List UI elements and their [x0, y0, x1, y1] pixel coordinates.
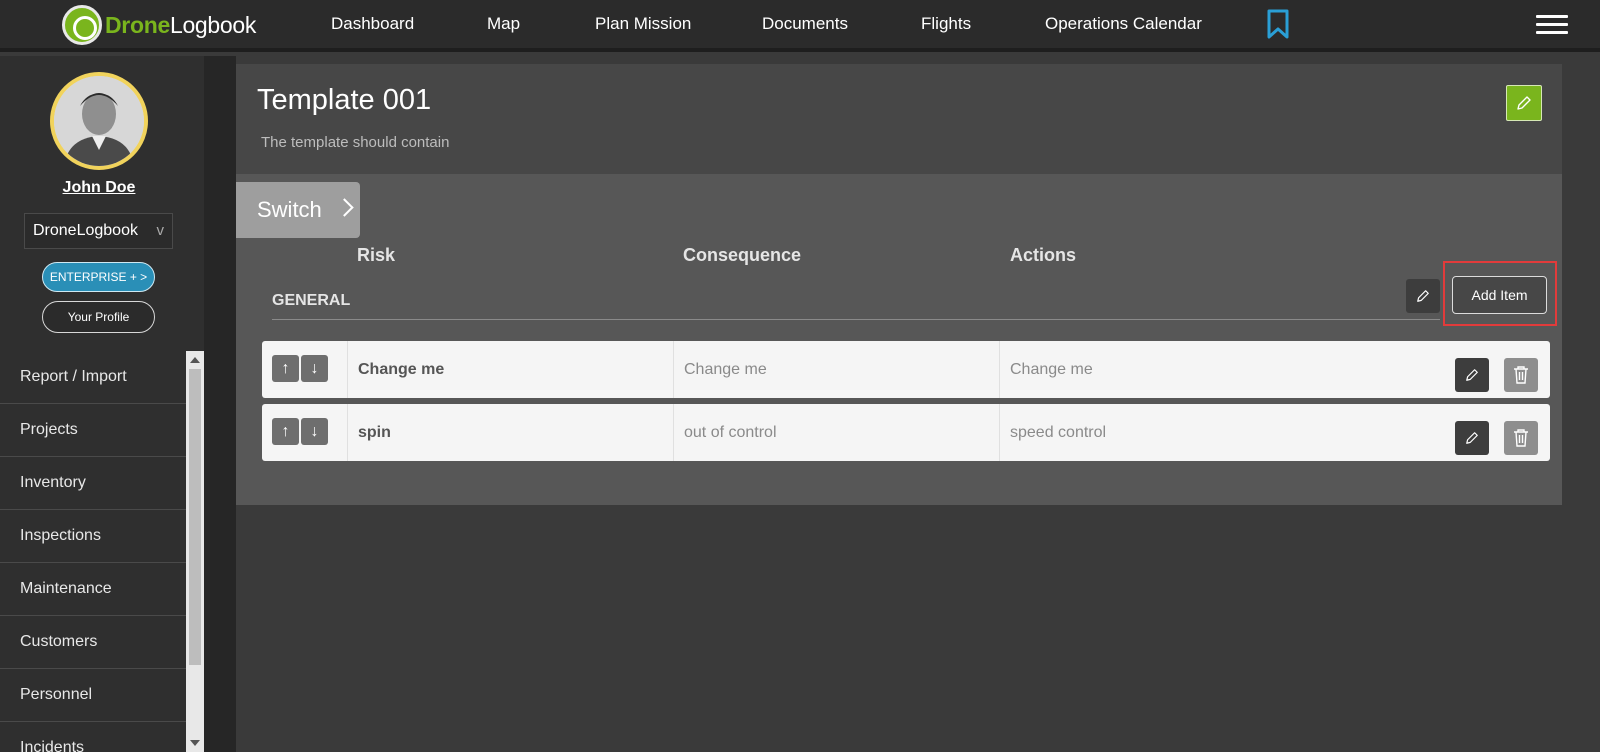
section-title: GENERAL: [272, 292, 351, 309]
nav-operations-calendar[interactable]: Operations Calendar: [1045, 0, 1202, 48]
template-header: Template 001 The template should contain: [236, 64, 1562, 174]
arrow-down-icon: ↓: [310, 422, 319, 440]
logo-text: DroneLogbook: [105, 11, 257, 38]
reorder-controls: ↑ ↓: [272, 355, 328, 382]
hamburger-menu-icon[interactable]: [1536, 15, 1568, 35]
scroll-up-icon[interactable]: [190, 357, 200, 363]
user-photo: [54, 76, 144, 166]
move-up-button[interactable]: ↑: [272, 418, 299, 445]
sidebar-item-incidents[interactable]: Incidents: [0, 722, 186, 752]
delete-row-button[interactable]: [1504, 421, 1538, 455]
nav-plan-mission[interactable]: Plan Mission: [595, 0, 691, 48]
nav-dashboard[interactable]: Dashboard: [331, 0, 414, 48]
chevron-right-icon: [335, 198, 354, 217]
edit-template-button[interactable]: [1506, 85, 1542, 121]
actions-cell[interactable]: speed control: [999, 404, 1439, 461]
template-body: Switch Risk Consequence Actions GENERAL …: [236, 174, 1562, 505]
move-down-button[interactable]: ↓: [301, 418, 328, 445]
column-header-consequence: Consequence: [683, 245, 802, 265]
sidebar-item-customers[interactable]: Customers: [0, 616, 186, 669]
org-select-value: DroneLogbook: [33, 222, 138, 239]
scroll-down-icon[interactable]: [190, 740, 200, 746]
switch-button[interactable]: Switch: [236, 182, 360, 238]
top-navbar: DroneLogbook Dashboard Map Plan Mission …: [0, 0, 1600, 52]
sidebar-item-inspections[interactable]: Inspections: [0, 510, 186, 563]
enterprise-button[interactable]: ENTERPRISE + >: [42, 262, 155, 292]
edit-row-button[interactable]: [1455, 358, 1489, 392]
edit-row-button[interactable]: [1455, 421, 1489, 455]
nav-documents[interactable]: Documents: [762, 0, 848, 48]
org-select[interactable]: DroneLogbook v: [24, 213, 173, 249]
column-header-risk: Risk: [357, 245, 396, 265]
your-profile-button[interactable]: Your Profile: [42, 301, 155, 333]
consequence-cell[interactable]: out of control: [673, 404, 999, 461]
sidebar: John Doe DroneLogbook v ENTERPRISE + > Y…: [0, 56, 204, 752]
sidebar-scrollbar[interactable]: [186, 351, 204, 752]
bookmark-icon[interactable]: [1266, 9, 1290, 39]
pencil-icon: [1517, 96, 1531, 110]
pencil-icon: [1466, 369, 1478, 381]
consequence-cell[interactable]: Change me: [673, 341, 999, 398]
sidebar-item-projects[interactable]: Projects: [0, 404, 186, 457]
highlight-box: [1443, 261, 1557, 326]
sidebar-item-personnel[interactable]: Personnel: [0, 669, 186, 722]
actions-cell[interactable]: Change me: [999, 341, 1439, 398]
edit-section-button[interactable]: [1406, 279, 1440, 313]
table-row: ↑ ↓ Change me Change me Change me: [262, 341, 1550, 398]
arrow-up-icon: ↑: [281, 359, 290, 377]
reorder-controls: ↑ ↓: [272, 418, 328, 445]
section-divider: [272, 319, 1440, 320]
sidebar-item-report-import[interactable]: Report / Import: [0, 351, 186, 404]
nav-map[interactable]: Map: [487, 0, 520, 48]
drone-logo-icon: [62, 5, 102, 45]
arrow-up-icon: ↑: [281, 422, 290, 440]
trash-icon: [1514, 366, 1528, 384]
pencil-icon: [1466, 432, 1478, 444]
move-down-button[interactable]: ↓: [301, 355, 328, 382]
avatar[interactable]: [50, 72, 148, 170]
app-logo[interactable]: DroneLogbook: [62, 5, 256, 45]
scrollbar-thumb[interactable]: [189, 369, 201, 665]
page-title: Template 001: [257, 84, 432, 116]
arrow-down-icon: ↓: [310, 359, 319, 377]
pencil-icon: [1417, 290, 1429, 302]
template-description: The template should contain: [261, 134, 450, 151]
user-name-link[interactable]: John Doe: [0, 179, 198, 197]
sidebar-item-inventory[interactable]: Inventory: [0, 457, 186, 510]
move-up-button[interactable]: ↑: [272, 355, 299, 382]
risk-cell[interactable]: Change me: [347, 341, 673, 398]
sidebar-item-maintenance[interactable]: Maintenance: [0, 563, 186, 616]
chevron-down-icon: v: [156, 222, 165, 239]
table-row: ↑ ↓ spin out of control speed control: [262, 404, 1550, 461]
column-header-actions: Actions: [1010, 245, 1077, 265]
trash-icon: [1514, 429, 1528, 447]
sidebar-menu: Report / Import Projects Inventory Inspe…: [0, 351, 186, 752]
content-gutter: [204, 56, 236, 752]
delete-row-button[interactable]: [1504, 358, 1538, 392]
risk-cell[interactable]: spin: [347, 404, 673, 461]
switch-label: Switch: [257, 197, 322, 222]
nav-flights[interactable]: Flights: [921, 0, 971, 48]
